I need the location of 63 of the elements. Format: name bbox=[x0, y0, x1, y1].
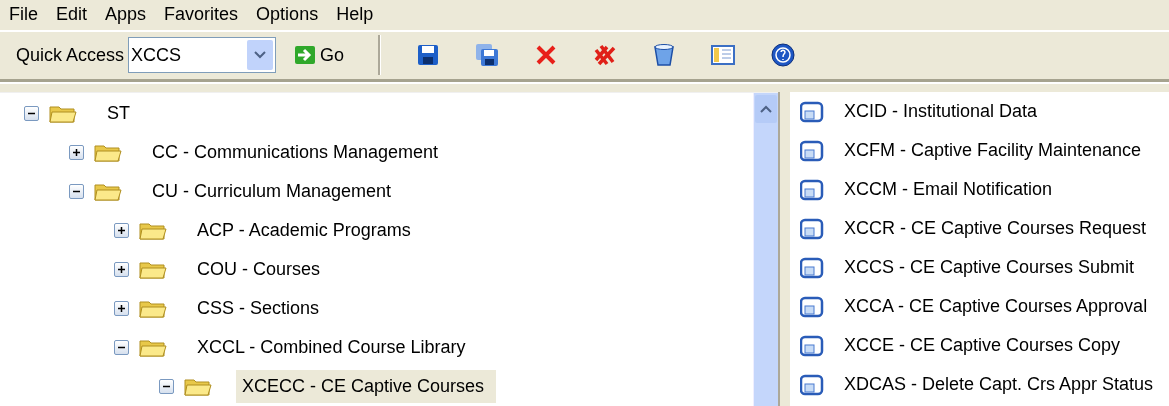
tree-item[interactable]: CU - Curriculum Management bbox=[146, 175, 404, 208]
tree-item[interactable]: XCECC - CE Captive Courses bbox=[236, 370, 497, 403]
collapse-button[interactable] bbox=[159, 379, 174, 394]
window-icon bbox=[800, 100, 824, 123]
window-icon bbox=[800, 373, 824, 396]
menu-item[interactable]: Help bbox=[329, 4, 381, 26]
folder-icon bbox=[184, 376, 212, 397]
plus-icon bbox=[117, 265, 126, 274]
form-item[interactable]: XCCE - CE Captive Courses Copy bbox=[844, 335, 1121, 356]
menu-item[interactable]: Edit bbox=[49, 4, 95, 26]
window-icon bbox=[800, 139, 824, 162]
tree-item[interactable]: ACP - Academic Programs bbox=[191, 214, 423, 247]
plus-icon bbox=[72, 148, 81, 157]
form-item[interactable]: XCCR - CE Captive Courses Request bbox=[844, 218, 1147, 239]
folder-icon bbox=[139, 298, 167, 319]
window-icon bbox=[800, 256, 824, 279]
scrollbar[interactable] bbox=[753, 93, 778, 406]
form-item[interactable]: XCCS - CE Captive Courses Submit bbox=[844, 257, 1135, 278]
window-icon bbox=[800, 334, 824, 357]
window-icon bbox=[800, 217, 824, 240]
toolbar-button[interactable] bbox=[769, 41, 798, 70]
window-icon bbox=[800, 295, 824, 318]
tree-item[interactable]: XCCL - Combined Course Library bbox=[191, 331, 478, 364]
expand-button[interactable] bbox=[69, 145, 84, 160]
menu-item[interactable]: Apps bbox=[98, 4, 154, 26]
dropdown-icon bbox=[254, 51, 267, 60]
folder-icon bbox=[139, 337, 167, 358]
form-item[interactable]: XCID - Institutional Data bbox=[844, 101, 1038, 122]
form-item[interactable]: XCFM - Captive Facility Maintenance bbox=[844, 140, 1142, 161]
form-item[interactable]: XCCM - Email Notification bbox=[844, 179, 1053, 200]
collapse-button[interactable] bbox=[24, 106, 39, 121]
menu-item[interactable]: Options bbox=[249, 4, 326, 26]
folder-icon bbox=[94, 142, 122, 163]
tree-item[interactable]: CC - Communications Management bbox=[146, 136, 451, 169]
delete-icon bbox=[535, 44, 558, 67]
go-button[interactable]: Go bbox=[290, 44, 349, 66]
tree-item[interactable]: CSS - Sections bbox=[191, 292, 332, 325]
collapse-button[interactable] bbox=[114, 340, 129, 355]
folder-icon bbox=[94, 181, 122, 202]
folder-icon bbox=[49, 103, 77, 124]
delete-all-icon bbox=[593, 44, 618, 67]
quick-access-label: Quick Access bbox=[16, 44, 125, 66]
menu-item[interactable]: Favorites bbox=[157, 4, 246, 26]
window-icon bbox=[800, 178, 824, 201]
plus-icon bbox=[117, 304, 126, 313]
dropdown-button[interactable] bbox=[247, 40, 274, 71]
menu-item[interactable]: File bbox=[2, 4, 45, 26]
expand-button[interactable] bbox=[114, 223, 129, 238]
floppy-disks-icon bbox=[475, 43, 500, 68]
form-item[interactable]: XCCA - CE Captive Courses Approval bbox=[844, 296, 1148, 317]
chevron-up-icon bbox=[760, 105, 772, 113]
expand-button[interactable] bbox=[114, 301, 129, 316]
panel-icon bbox=[711, 45, 736, 66]
plus-icon bbox=[117, 226, 126, 235]
tree-item[interactable]: COU - Courses bbox=[191, 253, 333, 286]
help-icon bbox=[771, 43, 796, 68]
form-item[interactable]: XDCAS - Delete Capt. Crs Appr Status bbox=[844, 374, 1154, 395]
folder-icon bbox=[139, 220, 167, 241]
folder-icon bbox=[139, 259, 167, 280]
tree-item[interactable]: ST bbox=[101, 97, 142, 130]
expand-button[interactable] bbox=[114, 262, 129, 277]
collapse-button[interactable] bbox=[69, 184, 84, 199]
bucket-icon bbox=[653, 43, 676, 68]
